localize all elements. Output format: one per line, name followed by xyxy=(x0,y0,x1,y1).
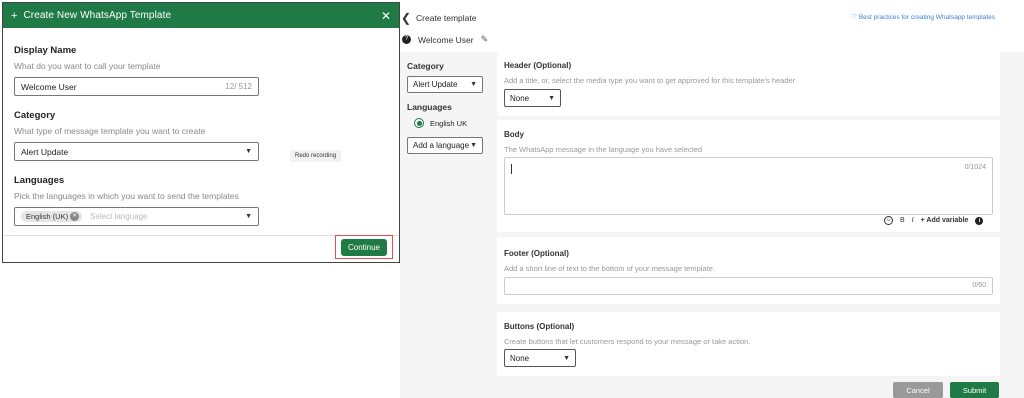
best-practices-label: Best practices for creating Whatsapp tem… xyxy=(858,14,996,21)
italic-button[interactable]: I xyxy=(912,217,914,224)
help-icon[interactable]: ? xyxy=(402,35,411,44)
body-textarea[interactable]: 0/1024 xyxy=(504,157,993,215)
submit-button[interactable]: Submit xyxy=(950,382,999,398)
body-card: Body The WhatsApp message in the languag… xyxy=(497,120,1000,232)
cancel-button[interactable]: Cancel xyxy=(893,382,943,398)
caret-down-icon: ▼ xyxy=(245,213,252,220)
template-name-row: ? Welcome User ✎ xyxy=(402,34,488,45)
display-name-input[interactable]: Welcome User 12/ 512 xyxy=(14,77,259,96)
lightbulb-icon: ♡ xyxy=(851,14,857,21)
sidebar-languages-label: Languages xyxy=(407,102,452,112)
language-radio-english-uk[interactable]: English UK xyxy=(414,118,467,128)
category-select[interactable]: Alert Update ▼ xyxy=(14,142,259,161)
body-format-toolbar: ☺ B I + Add variable i xyxy=(884,216,990,225)
best-practices-link[interactable]: ♡ Best practices for creating Whatsapp te… xyxy=(851,13,995,21)
footer-input[interactable]: 0/60 xyxy=(504,277,993,295)
header-card-title: Header (Optional) xyxy=(504,61,572,70)
body-card-help: The WhatsApp message in the language you… xyxy=(504,145,703,154)
header-type-value: None xyxy=(510,93,530,103)
header-card-help: Add a title, or, select the media type y… xyxy=(504,76,796,85)
caret-down-icon: ▼ xyxy=(470,81,477,88)
languages-help: Pick the languages in which you want to … xyxy=(14,191,239,201)
radio-selected-icon xyxy=(414,118,424,128)
pencil-icon[interactable]: ✎ xyxy=(481,34,489,45)
body-counter: 0/1024 xyxy=(964,164,986,171)
display-name-counter: 12/ 512 xyxy=(225,82,252,91)
language-chip-label: English (UK) xyxy=(26,212,69,221)
bold-button[interactable]: B xyxy=(900,217,905,224)
language-radio-label: English UK xyxy=(430,118,468,128)
footer-card-title: Footer (Optional) xyxy=(504,249,569,258)
display-name-help: What do you want to call your template xyxy=(14,61,161,71)
close-icon[interactable]: ✕ xyxy=(381,9,391,23)
plus-icon: + xyxy=(11,9,18,22)
header-card: Header (Optional) Add a title, or, selec… xyxy=(497,52,1000,116)
back-icon[interactable]: ❮ xyxy=(401,11,411,25)
redo-recording-tooltip: Redo recording xyxy=(290,150,342,162)
buttons-card: Buttons (Optional) Create buttons that l… xyxy=(497,312,1000,376)
modal-header: + Create New WhatsApp Template ✕ xyxy=(3,3,399,28)
sidebar-category-select[interactable]: Alert Update ▼ xyxy=(407,76,483,93)
body-card-title: Body xyxy=(504,130,524,139)
add-language-select[interactable]: Add a language ▼ xyxy=(407,137,483,154)
languages-placeholder: Select language xyxy=(90,212,148,221)
buttons-card-help: Create buttons that let customers respon… xyxy=(504,337,751,346)
language-chip: English (UK) ✕ xyxy=(21,211,83,222)
buttons-type-value: None xyxy=(510,353,530,363)
emoji-icon[interactable]: ☺ xyxy=(884,216,893,225)
continue-highlight: Continue xyxy=(335,235,393,259)
page-title: Create template xyxy=(416,13,477,23)
display-name-value: Welcome User xyxy=(21,81,77,92)
add-language-label: Add a language xyxy=(413,141,470,150)
caret-down-icon: ▼ xyxy=(470,142,477,149)
header-type-select[interactable]: None ▼ xyxy=(504,89,561,107)
caret-down-icon: ▼ xyxy=(245,148,252,155)
continue-button[interactable]: Continue xyxy=(340,238,388,256)
languages-select[interactable]: English (UK) ✕ Select language ▼ xyxy=(14,207,259,226)
sidebar-category-label: Category xyxy=(407,61,444,71)
template-sidebar: Category Alert Update ▼ Languages Englis… xyxy=(400,52,489,398)
languages-label: Languages xyxy=(14,175,65,186)
caret-down-icon: ▼ xyxy=(548,94,555,102)
add-variable-button[interactable]: + Add variable xyxy=(921,217,969,224)
text-cursor xyxy=(511,164,512,174)
modal-title: Create New WhatsApp Template xyxy=(23,10,172,21)
buttons-card-title: Buttons (Optional) xyxy=(504,322,575,331)
info-icon[interactable]: i xyxy=(975,216,984,225)
buttons-type-select[interactable]: None ▼ xyxy=(504,349,576,367)
category-label: Category xyxy=(14,110,56,121)
category-help: What type of message template you want t… xyxy=(14,126,206,136)
footer-counter: 0/60 xyxy=(972,282,986,289)
create-template-modal: + Create New WhatsApp Template ✕ Display… xyxy=(2,2,400,263)
display-name-label: Display Name xyxy=(14,45,77,56)
sidebar-category-value: Alert Update xyxy=(413,80,458,89)
category-value: Alert Update xyxy=(21,146,69,157)
footer-card-help: Add a short line of text to the bottom o… xyxy=(504,264,715,273)
template-name: Welcome User xyxy=(418,34,474,45)
caret-down-icon: ▼ xyxy=(563,354,570,362)
chip-remove-icon[interactable]: ✕ xyxy=(70,212,80,221)
footer-card: Footer (Optional) Add a short line of te… xyxy=(497,237,1000,304)
